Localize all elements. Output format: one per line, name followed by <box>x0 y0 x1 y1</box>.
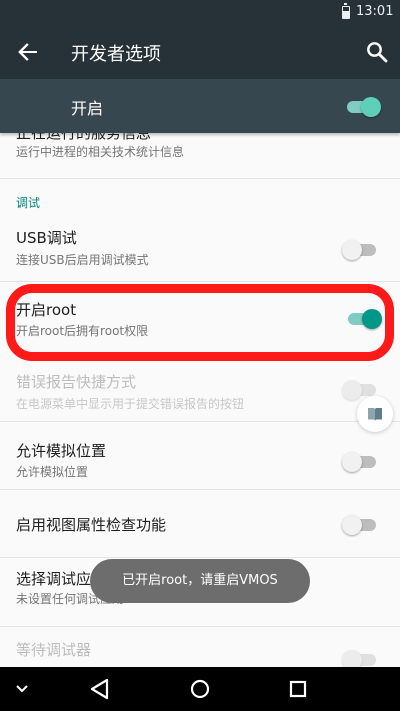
search-icon[interactable] <box>364 39 390 65</box>
status-time: 13:01 <box>356 4 394 19</box>
pref-bug-report-title: 错误报告快捷方式 <box>16 373 137 391</box>
highlight-annotation <box>6 284 394 361</box>
wait-debugger-toggle <box>342 647 378 667</box>
pref-bug-report-summary: 在电源菜单中显示用于提交错误报告的按钮 <box>16 397 245 411</box>
floating-button[interactable] <box>357 396 393 432</box>
status-bar: 13:01 <box>0 0 400 25</box>
pref-running-services-summary: 运行中进程的相关技术统计信息 <box>16 145 185 159</box>
view-attribute-toggle[interactable] <box>342 512 378 536</box>
battery-icon <box>342 3 350 19</box>
pref-mock-location[interactable]: 允许模拟位置 允许模拟位置 <box>0 422 400 489</box>
circle-home-icon[interactable] <box>180 667 220 711</box>
pref-wait-debugger-title: 等待调试器 <box>16 641 92 659</box>
pref-usb-debugging-summary: 连接USB后启用调试模式 <box>16 253 149 267</box>
master-switch-label: 开启 <box>71 99 104 118</box>
arrow-back-icon[interactable] <box>14 38 42 66</box>
triangle-back-icon[interactable] <box>80 667 120 711</box>
usb-debugging-toggle[interactable] <box>342 237 378 261</box>
pref-view-attribute-inspection[interactable]: 启用视图属性检查功能 <box>0 490 400 557</box>
pref-bug-report-shortcut: 错误报告快捷方式 在电源菜单中显示用于提交错误报告的按钮 <box>0 357 400 421</box>
divider <box>0 178 400 179</box>
pref-mock-location-title: 允许模拟位置 <box>16 442 107 460</box>
navigation-bar <box>0 667 400 711</box>
pref-usb-debugging[interactable]: USB调试 连接USB后启用调试模式 <box>0 217 400 281</box>
pref-running-services-title: 正在运行的服务信息 <box>16 133 152 142</box>
book-icon <box>368 408 382 421</box>
pref-wait-for-debugger: 等待调试器 <box>0 627 400 667</box>
pref-running-services[interactable]: 正在运行的服务信息 运行中进程的相关技术统计信息 <box>0 133 400 178</box>
app-bar: 开发者选项 <box>0 25 400 79</box>
square-overview-icon[interactable] <box>278 667 318 711</box>
master-switch-bar[interactable]: 开启 <box>0 79 400 133</box>
mock-location-toggle[interactable] <box>342 449 378 473</box>
toast-message: 已开启root，请重启VMOS <box>90 559 310 603</box>
pref-view-attribute-title: 启用视图属性检查功能 <box>16 516 167 534</box>
pref-usb-debugging-title: USB调试 <box>16 229 77 247</box>
pref-mock-location-summary: 允许模拟位置 <box>16 465 89 479</box>
section-header-debug: 调试 <box>16 196 41 210</box>
master-switch-toggle[interactable] <box>345 94 381 118</box>
chevron-down-icon[interactable] <box>2 667 42 711</box>
page-title: 开发者选项 <box>71 44 161 65</box>
